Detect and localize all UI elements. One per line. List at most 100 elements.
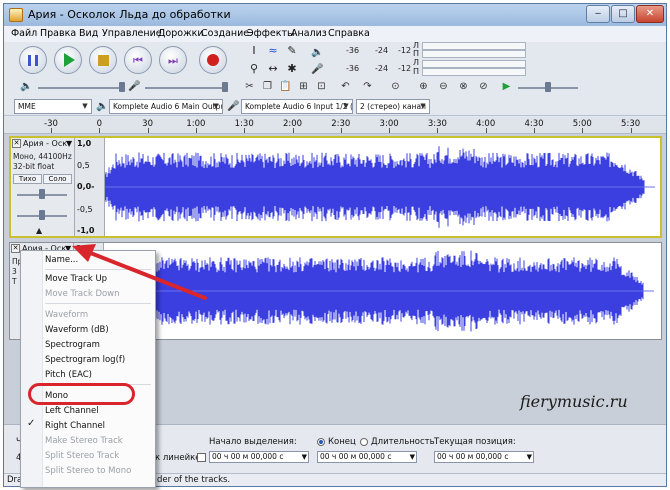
- menu-transport[interactable]: Управление: [102, 28, 162, 39]
- current-position-label: Текущая позиция:: [434, 437, 516, 447]
- current-position-value: 00 ч 00 м 00,000 с: [437, 452, 509, 461]
- waveform-svg: [104, 250, 654, 332]
- mic-meter-icon[interactable]: 🎤: [310, 62, 325, 77]
- menu-effects[interactable]: Эффекты: [247, 28, 295, 39]
- menu-item-split-stereo-mono[interactable]: Split Stereo to Mono: [45, 466, 131, 476]
- track-close-icon[interactable]: ✕: [11, 244, 20, 253]
- track-1-amplitude-scale: 1,0 0,5 0,0- -0,5 -1,0: [75, 138, 105, 236]
- menu-item-spectrogram[interactable]: Spectrogram: [45, 340, 100, 350]
- menu-item-right-channel[interactable]: Right Channel: [45, 421, 105, 431]
- chevron-down-icon: ▼: [213, 102, 219, 110]
- undo-icon[interactable]: ↶: [338, 79, 353, 94]
- menu-item-make-stereo[interactable]: Make Stereo Track: [45, 436, 123, 446]
- menu-file[interactable]: Файл: [11, 28, 37, 39]
- input-device-value: Komplete Audio 6 Input 1/2 (K: [245, 102, 353, 111]
- minimize-button[interactable]: ‒: [586, 5, 610, 23]
- zoom-tool-icon[interactable]: ⚲: [246, 61, 262, 77]
- cut-icon[interactable]: ✂: [242, 79, 257, 94]
- ruler-tick: [195, 128, 197, 133]
- menu-item-waveform[interactable]: Waveform: [45, 310, 88, 320]
- mute-button[interactable]: Т: [12, 277, 17, 286]
- maximize-button[interactable]: □: [611, 5, 635, 23]
- zoom-out-icon[interactable]: ⊖: [436, 79, 451, 94]
- collapse-track-icon[interactable]: ▲: [36, 226, 42, 235]
- stop-icon: [97, 54, 109, 66]
- menu-analyze[interactable]: Анализ: [291, 28, 327, 39]
- menu-item-split-stereo[interactable]: Split Stereo Track: [45, 451, 119, 461]
- copy-icon[interactable]: ❐: [260, 79, 275, 94]
- envelope-tool-icon[interactable]: ≈: [265, 43, 281, 59]
- play-speed-thumb[interactable]: [545, 82, 551, 92]
- current-position-field[interactable]: 00 ч 00 м 00,000 с ▼: [434, 451, 534, 463]
- menu-generate[interactable]: Создание: [201, 28, 249, 39]
- menu-tracks[interactable]: Дорожки: [158, 28, 204, 39]
- snap-checkbox[interactable]: [197, 453, 206, 462]
- menu-item-pitch[interactable]: Pitch (EAC): [45, 370, 92, 380]
- track-2-waveform[interactable]: [104, 243, 661, 339]
- output-volume-slider[interactable]: [38, 87, 124, 89]
- selection-start-field[interactable]: 00 ч 00 м 00,000 с ▼: [209, 451, 309, 463]
- audio-host-select[interactable]: MME ▼: [14, 99, 92, 114]
- menu-item-move-down[interactable]: Move Track Down: [45, 289, 120, 299]
- menu-item-name[interactable]: Name...: [45, 255, 78, 265]
- meter-right-label: П: [413, 49, 420, 58]
- window-title: Ария - Осколок Льда до обработки: [28, 8, 231, 21]
- skip-start-button[interactable]: ⏮: [124, 46, 152, 74]
- input-volume-thumb[interactable]: [222, 82, 228, 92]
- meter-tick: -36: [346, 64, 360, 73]
- device-toolbar: MME ▼ 🔈 Komplete Audio 6 Main Output ▼ 🎤…: [4, 99, 666, 116]
- paste-icon[interactable]: 📋: [278, 79, 293, 94]
- speaker-meter-icon[interactable]: 🔈: [310, 45, 325, 60]
- input-device-select[interactable]: Komplete Audio 6 Input 1/2 (K ▼: [241, 99, 353, 114]
- zoom-in-icon[interactable]: ⊕: [416, 79, 431, 94]
- track-close-icon[interactable]: ✕: [12, 139, 21, 148]
- gain-thumb[interactable]: [39, 189, 45, 199]
- output-device-select[interactable]: Komplete Audio 6 Main Output ▼: [109, 99, 223, 114]
- input-volume-slider[interactable]: [145, 87, 227, 89]
- track-1-name[interactable]: Ария - Оск: [23, 139, 67, 148]
- menu-view[interactable]: Вид: [79, 28, 98, 39]
- mic-icon: 🎤: [227, 101, 240, 112]
- selection-end-field[interactable]: 00 ч 00 м 00,000 с ▼: [317, 451, 417, 463]
- fit-project-icon[interactable]: ⊘: [476, 79, 491, 94]
- output-volume-thumb[interactable]: [119, 82, 125, 92]
- menu-item-left-channel[interactable]: Left Channel: [45, 406, 99, 416]
- selection-tool-icon[interactable]: I: [246, 43, 262, 59]
- length-radio[interactable]: [360, 438, 368, 446]
- timeshift-tool-icon[interactable]: ↔: [265, 61, 281, 77]
- end-radio[interactable]: [317, 438, 325, 446]
- silence-icon[interactable]: ⊡: [314, 79, 329, 94]
- track-bitdepth-info: 3: [12, 267, 17, 276]
- draw-tool-icon[interactable]: ✎: [284, 43, 300, 59]
- play-button[interactable]: [54, 46, 82, 74]
- trim-icon[interactable]: ⊞: [296, 79, 311, 94]
- stop-button[interactable]: [89, 46, 117, 74]
- mute-button[interactable]: Тихо: [13, 174, 42, 184]
- menu-item-waveform-db[interactable]: Waveform (dB): [45, 325, 109, 335]
- skip-end-button[interactable]: ⏭: [159, 46, 187, 74]
- channels-select[interactable]: 2 (стерео) канал ▼: [356, 99, 430, 114]
- solo-button[interactable]: Соло: [43, 174, 72, 184]
- play-icon: [64, 53, 75, 67]
- menu-item-move-up[interactable]: Move Track Up: [45, 274, 107, 284]
- fit-selection-icon[interactable]: ⊗: [456, 79, 471, 94]
- ruler-tick: [51, 128, 52, 133]
- sync-lock-icon[interactable]: ⊙: [388, 79, 403, 94]
- pan-thumb[interactable]: [39, 210, 45, 220]
- scale-label: -1,0: [77, 226, 95, 235]
- menu-help[interactable]: Справка: [328, 28, 370, 39]
- menu-item-spectrogram-log[interactable]: Spectrogram log(f): [45, 355, 125, 365]
- menu-edit[interactable]: Правка: [40, 28, 76, 39]
- redo-icon[interactable]: ↷: [360, 79, 375, 94]
- scale-label: -0,5: [77, 205, 93, 214]
- track-1-waveform[interactable]: [105, 138, 660, 236]
- pause-button[interactable]: [19, 46, 47, 74]
- track-1[interactable]: ✕ Ария - Оск ▼ Моно, 44100Hz 32-bit floa…: [9, 136, 662, 238]
- track-menu-arrow-icon[interactable]: ▼: [66, 139, 72, 148]
- menu-separator: [45, 303, 151, 304]
- close-button[interactable]: ✕: [636, 5, 664, 23]
- play-at-speed-icon[interactable]: ▶: [499, 79, 514, 94]
- record-button[interactable]: [199, 46, 227, 74]
- timeline-ruler[interactable]: -30 0 30 1:00 1:30 2:00 2:30 3:00 3:30 4:00 4:30 5:…: [4, 117, 666, 134]
- multi-tool-icon[interactable]: ✱: [284, 61, 300, 77]
